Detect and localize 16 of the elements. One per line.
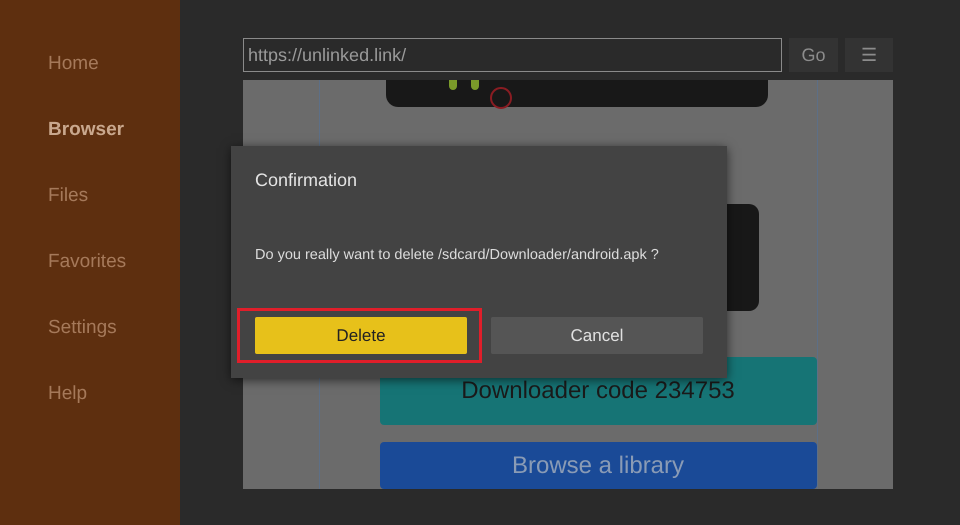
sidebar-item[interactable]: Files (0, 182, 180, 210)
sidebar-item[interactable]: Settings (0, 314, 180, 342)
dialog-button[interactable]: Cancel (491, 317, 703, 354)
dialog-message: Do you really want to delete /sdcard/Downloader/android.apk ? (255, 247, 660, 263)
go-button[interactable]: Go (789, 38, 838, 72)
address-field[interactable]: https://unlinked.link/ (243, 38, 782, 72)
dialog-title: Confirmation (255, 170, 358, 191)
page-button[interactable]: Browse a library (380, 442, 816, 489)
sidebar-item[interactable]: Home (0, 50, 180, 78)
sidebar-item[interactable]: Help (0, 380, 180, 408)
menu-button[interactable]: ☰ (845, 38, 893, 72)
sidebar-item[interactable]: Browser (0, 116, 180, 144)
sidebar-item[interactable]: Favorites (0, 248, 180, 276)
logo-drawing (449, 80, 479, 90)
focus-ring-icon (490, 87, 512, 109)
dialog-button[interactable]: Delete (255, 317, 467, 354)
